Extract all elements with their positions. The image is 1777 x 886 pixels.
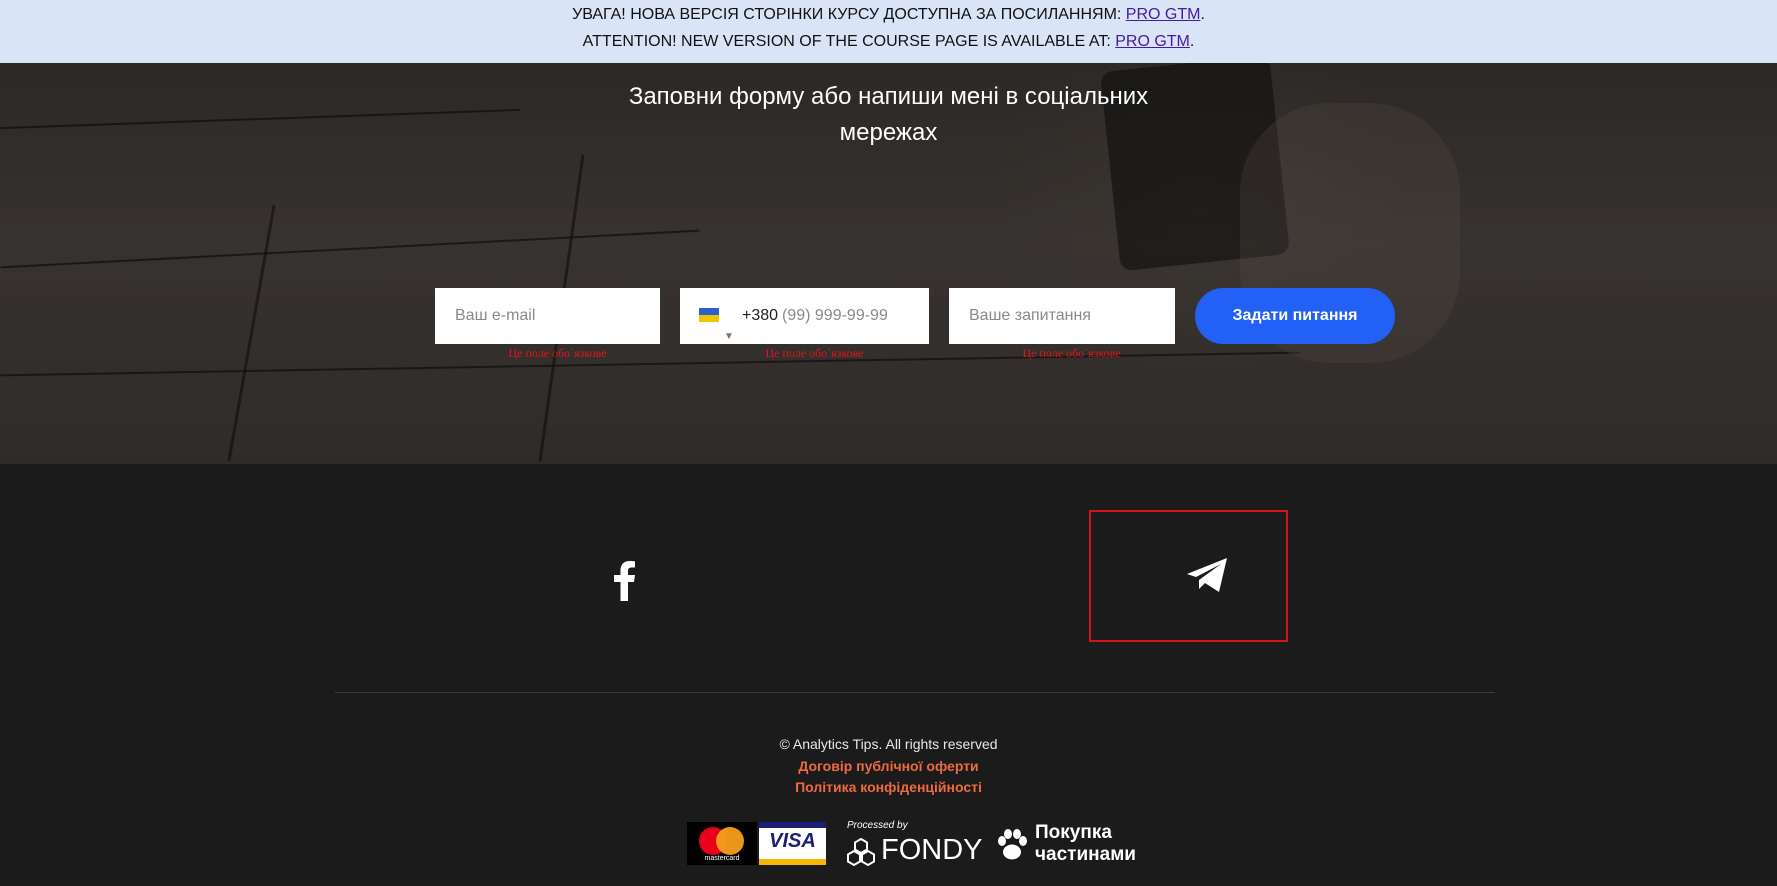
copyright-text: © Analytics Tips. All rights reserved xyxy=(779,736,998,752)
banner-line-en: ATTENTION! NEW VERSION OF THE COURSE PAG… xyxy=(0,32,1777,52)
pay-in-parts-text: Покупка частинами xyxy=(1035,822,1136,866)
social-telegram[interactable] xyxy=(1089,510,1288,642)
banner-period: . xyxy=(1189,33,1195,50)
visa-label: VISA xyxy=(769,830,816,852)
ukraine-flag-icon[interactable] xyxy=(699,308,719,322)
mastercard-logo: mastercard xyxy=(687,822,757,865)
social-facebook[interactable] xyxy=(600,510,750,642)
contact-section: Заповни форму або напиши мені в соціальн… xyxy=(0,63,1777,464)
question-input[interactable] xyxy=(969,288,1175,344)
phone-field[interactable]: ▼ +380 (99) 999-99-99 xyxy=(680,288,929,344)
facebook-icon[interactable] xyxy=(614,559,636,601)
email-input[interactable] xyxy=(455,288,660,344)
question-error: Це поле обо`язкове xyxy=(1022,346,1121,360)
footer-divider xyxy=(335,692,1495,693)
pay-in-parts-logo: Покупка частинами xyxy=(995,820,1145,868)
ask-question-button[interactable]: Задати питання xyxy=(1195,288,1395,344)
phone-country-code: +380 xyxy=(742,307,779,324)
phone-input-placeholder[interactable]: (99) 999-99-99 xyxy=(782,288,888,344)
email-error: Це поле обо`язкове xyxy=(508,346,607,360)
fondy-logo: Processed by FONDY xyxy=(845,820,983,868)
privacy-policy-link[interactable]: Політика конфіденційності xyxy=(0,778,1777,796)
banner-link-pro-gtm-en[interactable]: PRO GTM xyxy=(1115,33,1190,50)
public-offer-link[interactable]: Договір публічної оферти xyxy=(0,757,1777,775)
phone-error: Це поле обо`язкове xyxy=(765,346,864,360)
hexagon-icon xyxy=(847,837,875,867)
contact-title-line1: Заповни форму або напиши мені в соціальн… xyxy=(628,83,1149,110)
announcement-banner: УВАГА! НОВА ВЕРСІЯ СТОРІНКИ КУРСУ ДОСТУП… xyxy=(0,0,1777,63)
banner-line-uk: УВАГА! НОВА ВЕРСІЯ СТОРІНКИ КУРСУ ДОСТУП… xyxy=(0,5,1777,25)
banner-link-pro-gtm-uk[interactable]: PRO GTM xyxy=(1126,6,1201,23)
pay-in-parts-line1: Покупка xyxy=(1035,822,1112,843)
fondy-caption: Processed by xyxy=(847,820,908,831)
paw-icon xyxy=(998,829,1027,860)
telegram-icon[interactable] xyxy=(1185,556,1229,594)
contact-title-line2: мережах xyxy=(839,119,938,146)
fondy-label: FONDY xyxy=(881,834,983,866)
banner-period: . xyxy=(1200,6,1205,23)
banner-text-uk: УВАГА! НОВА ВЕРСІЯ СТОРІНКИ КУРСУ ДОСТУП… xyxy=(572,6,1126,23)
pay-in-parts-line2: частинами xyxy=(1035,844,1136,865)
mastercard-label: mastercard xyxy=(704,855,740,862)
visa-logo: VISA xyxy=(759,822,826,865)
email-field[interactable] xyxy=(435,288,660,344)
banner-text-en: ATTENTION! NEW VERSION OF THE COURSE PAG… xyxy=(582,33,1116,50)
contact-title: Заповни форму або напиши мені в соціальн… xyxy=(0,79,1777,151)
question-field[interactable] xyxy=(949,288,1175,344)
